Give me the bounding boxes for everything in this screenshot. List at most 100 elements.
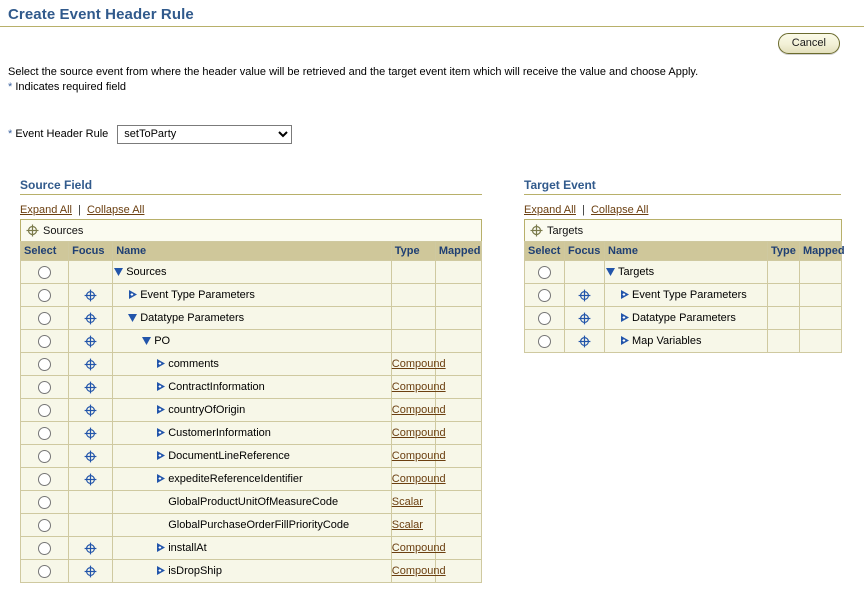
- row-select-radio[interactable]: [538, 311, 551, 325]
- expand-triangle-icon[interactable]: [155, 358, 166, 369]
- expand-triangle-icon[interactable]: [619, 335, 630, 346]
- row-select-radio[interactable]: [38, 541, 52, 555]
- row-select-radio[interactable]: [38, 334, 52, 348]
- type-link[interactable]: Scalar: [392, 496, 423, 508]
- row-select-radio[interactable]: [38, 426, 52, 440]
- source-col-mapped: Mapped: [434, 241, 483, 261]
- focus-crosshair-icon[interactable]: [84, 381, 97, 394]
- type-cell: Compound: [390, 444, 446, 468]
- type-cell: Scalar: [390, 513, 436, 537]
- source-title-divider: [20, 194, 482, 195]
- row-select-radio[interactable]: [38, 311, 52, 325]
- type-link[interactable]: Compound: [392, 358, 446, 370]
- select-cell: [19, 283, 70, 307]
- name-cell: Datatype Parameters: [112, 306, 392, 330]
- focus-cell: [68, 513, 114, 537]
- row-select-radio[interactable]: [38, 472, 52, 486]
- type-link[interactable]: Compound: [392, 473, 446, 485]
- table-row: GlobalPurchaseOrderFillPriorityCode Scala…: [19, 513, 483, 537]
- type-link[interactable]: Compound: [392, 404, 446, 416]
- type-link[interactable]: Compound: [392, 565, 446, 577]
- collapse-triangle-icon[interactable]: [141, 335, 152, 346]
- type-link[interactable]: Compound: [392, 450, 446, 462]
- target-title-divider: [524, 194, 841, 195]
- expand-triangle-icon[interactable]: [619, 289, 630, 300]
- row-select-radio[interactable]: [38, 357, 52, 371]
- type-link[interactable]: Compound: [392, 542, 446, 554]
- event-header-rule-select[interactable]: setToParty: [117, 124, 293, 144]
- mapped-cell: [434, 260, 483, 284]
- row-name-label: Targets: [618, 266, 655, 278]
- select-cell: [19, 260, 70, 284]
- focus-cell: [564, 329, 605, 353]
- focus-cell: [68, 260, 114, 284]
- mapped-cell: [434, 306, 483, 330]
- focus-crosshair-icon[interactable]: [84, 565, 97, 578]
- target-expand-all-link[interactable]: Expand All: [524, 204, 576, 216]
- type-link[interactable]: Scalar: [392, 519, 423, 531]
- row-select-radio[interactable]: [38, 449, 52, 463]
- type-cell: Compound: [390, 352, 446, 376]
- focus-crosshair-icon[interactable]: [84, 312, 97, 325]
- select-cell: [524, 260, 565, 284]
- name-cell: Map Variables: [604, 329, 768, 353]
- event-header-rule-row: * Event Header Rule setToParty: [0, 123, 864, 145]
- collapse-triangle-icon[interactable]: [114, 266, 125, 277]
- focus-crosshair-icon[interactable]: [578, 335, 591, 348]
- row-select-radio[interactable]: [38, 380, 52, 394]
- focus-crosshair-icon[interactable]: [84, 404, 97, 417]
- expand-triangle-icon[interactable]: [155, 542, 166, 553]
- expand-triangle-icon[interactable]: [155, 473, 166, 484]
- table-row: comments Compound: [19, 352, 483, 376]
- source-collapse-all-link[interactable]: Collapse All: [87, 204, 144, 216]
- row-select-radio[interactable]: [38, 518, 52, 532]
- name-cell: isDropShip: [112, 559, 392, 583]
- collapse-triangle-icon[interactable]: [606, 266, 617, 277]
- source-col-name: Name: [112, 241, 392, 261]
- focus-crosshair-icon[interactable]: [578, 289, 591, 302]
- row-select-radio[interactable]: [38, 403, 52, 417]
- focus-crosshair-icon[interactable]: [84, 427, 97, 440]
- focus-crosshair-icon[interactable]: [84, 450, 97, 463]
- table-row: Sources: [19, 260, 483, 284]
- expand-triangle-icon[interactable]: [155, 427, 166, 438]
- row-select-radio[interactable]: [538, 334, 551, 348]
- row-select-radio[interactable]: [38, 564, 52, 578]
- target-collapse-all-link[interactable]: Collapse All: [591, 204, 648, 216]
- cancel-button[interactable]: Cancel: [777, 33, 840, 54]
- focus-crosshair-icon[interactable]: [84, 289, 97, 302]
- row-select-radio[interactable]: [38, 265, 52, 279]
- source-expand-all-link[interactable]: Expand All: [20, 204, 72, 216]
- event-header-rule-label: * Event Header Rule: [8, 128, 108, 140]
- source-expand-collapse-links: Expand All | Collapse All: [20, 204, 482, 219]
- table-row: Datatype Parameters: [524, 306, 843, 330]
- collapse-triangle-icon[interactable]: [127, 312, 138, 323]
- focus-crosshair-icon[interactable]: [84, 473, 97, 486]
- focus-cell: [68, 306, 114, 330]
- row-select-radio[interactable]: [38, 288, 52, 302]
- focus-crosshair-icon[interactable]: [84, 542, 97, 555]
- row-name-label: isDropShip: [168, 565, 222, 577]
- top-button-bar: Cancel: [0, 27, 864, 59]
- type-link[interactable]: Compound: [392, 381, 446, 393]
- required-field-note: * Indicates required field: [0, 80, 864, 93]
- expand-triangle-icon[interactable]: [155, 381, 166, 392]
- row-select-radio[interactable]: [538, 265, 551, 279]
- focus-crosshair-icon[interactable]: [578, 312, 591, 325]
- expand-triangle-icon[interactable]: [619, 312, 630, 323]
- expand-triangle-icon[interactable]: [155, 450, 166, 461]
- focus-crosshair-icon: [26, 224, 39, 237]
- target-root-band-cell: Targets: [524, 219, 842, 242]
- mapped-cell: [434, 329, 483, 353]
- focus-cell: [68, 559, 114, 583]
- name-cell: GlobalProductUnitOfMeasureCode: [112, 490, 392, 514]
- type-link[interactable]: Compound: [392, 427, 446, 439]
- row-select-radio[interactable]: [538, 288, 551, 302]
- focus-crosshair-icon[interactable]: [84, 358, 97, 371]
- expand-triangle-icon[interactable]: [127, 289, 138, 300]
- focus-crosshair-icon[interactable]: [84, 335, 97, 348]
- expand-triangle-icon[interactable]: [155, 404, 166, 415]
- table-row: Targets: [524, 260, 843, 284]
- row-select-radio[interactable]: [38, 495, 52, 509]
- expand-triangle-icon[interactable]: [155, 565, 166, 576]
